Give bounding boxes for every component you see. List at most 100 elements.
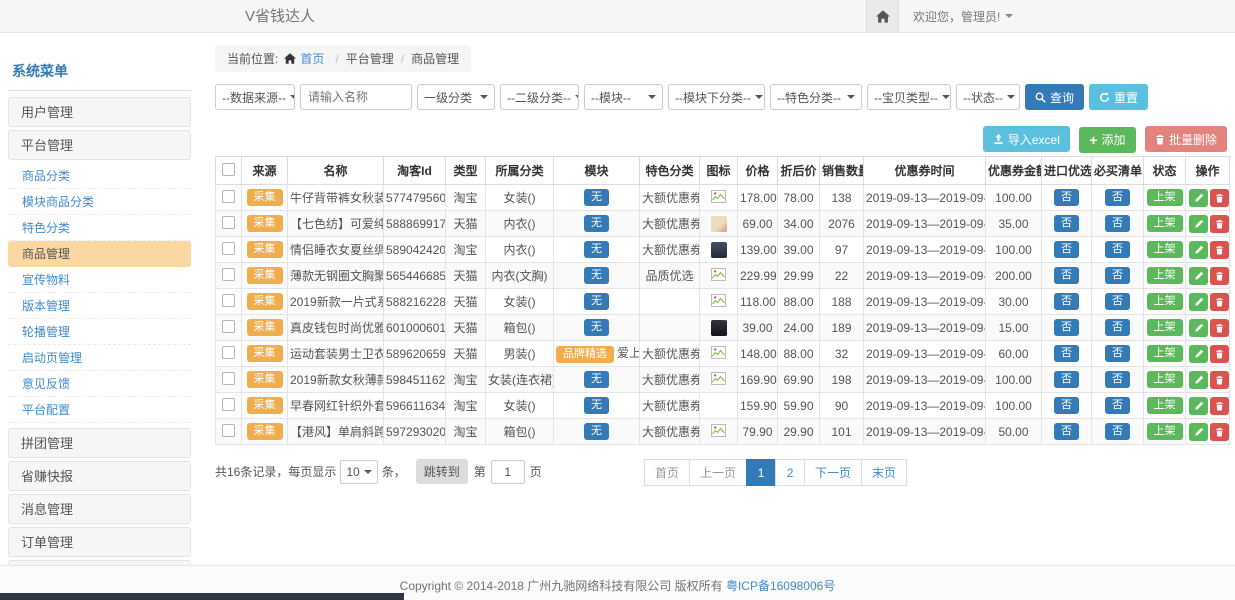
sidebar-item-1[interactable]: 平台管理 [8,130,191,160]
status-badge[interactable]: 上架 [1147,423,1183,440]
item-type-filter[interactable]: --宝贝类型-- [867,84,951,110]
row-checkbox[interactable] [222,294,235,307]
module-filter[interactable]: --模块-- [584,84,663,110]
sidebar-subitem-7[interactable]: 启动页管理 [8,345,191,371]
status-badge[interactable]: 上架 [1147,371,1183,388]
sidebar-item-0[interactable]: 用户管理 [8,97,191,127]
must-buy-badge[interactable]: 否 [1105,267,1130,284]
row-checkbox[interactable] [222,242,235,255]
sidebar-subitem-3[interactable]: 商品管理 [8,241,191,267]
page-button-5[interactable]: 末页 [861,459,907,486]
module-subcategory-filter[interactable]: --模块下分类-- [668,84,765,110]
must-buy-badge[interactable]: 否 [1105,319,1130,336]
edit-button[interactable] [1189,397,1208,415]
sidebar-item-2[interactable]: 拼团管理 [8,428,191,458]
jump-button[interactable]: 跳转到 [416,459,468,484]
icp-link[interactable]: 粤ICP备16098006号 [726,579,835,593]
delete-button[interactable] [1210,319,1229,337]
sidebar-subitem-6[interactable]: 轮播管理 [8,319,191,345]
sidebar-item-4[interactable]: 消息管理 [8,494,191,524]
row-checkbox[interactable] [222,190,235,203]
edit-button[interactable] [1189,189,1208,207]
row-checkbox[interactable] [222,346,235,359]
edit-button[interactable] [1189,241,1208,259]
delete-button[interactable] [1210,371,1229,389]
status-badge[interactable]: 上架 [1147,189,1183,206]
status-badge[interactable]: 上架 [1147,241,1183,258]
must-buy-badge[interactable]: 否 [1105,423,1130,440]
import-optimal-badge[interactable]: 否 [1054,371,1079,388]
query-button[interactable]: 查询 [1025,84,1084,110]
row-checkbox[interactable] [222,424,235,437]
page-number-input[interactable] [491,460,525,484]
must-buy-badge[interactable]: 否 [1105,189,1130,206]
status-badge[interactable]: 上架 [1147,319,1183,336]
row-checkbox[interactable] [222,216,235,229]
delete-button[interactable] [1210,215,1229,233]
import-optimal-badge[interactable]: 否 [1054,241,1079,258]
must-buy-badge[interactable]: 否 [1105,293,1130,310]
name-search-input[interactable] [300,84,412,110]
import-optimal-badge[interactable]: 否 [1054,423,1079,440]
row-checkbox[interactable] [222,320,235,333]
level2-category-filter[interactable]: --二级分类-- [500,84,579,110]
sidebar-subitem-1[interactable]: 模块商品分类 [8,189,191,215]
batch-delete-button[interactable]: 批量删除 [1145,126,1227,152]
must-buy-badge[interactable]: 否 [1105,215,1130,232]
breadcrumb-home-link[interactable]: 首页 [300,50,324,67]
status-filter[interactable]: --状态-- [956,84,1020,110]
edit-button[interactable] [1189,319,1208,337]
status-badge[interactable]: 上架 [1147,267,1183,284]
import-excel-button[interactable]: 导入excel [983,126,1070,152]
delete-button[interactable] [1210,241,1229,259]
sidebar-subitem-4[interactable]: 宣传物料 [8,267,191,293]
import-optimal-badge[interactable]: 否 [1054,397,1079,414]
add-button[interactable]: + 添加 [1079,127,1135,153]
source-filter[interactable]: --数据来源-- [215,84,295,110]
sidebar-subitem-0[interactable]: 商品分类 [8,163,191,189]
edit-button[interactable] [1189,215,1208,233]
level1-category-filter[interactable]: 一级分类 [417,84,495,110]
delete-button[interactable] [1210,189,1229,207]
row-checkbox[interactable] [222,372,235,385]
page-button-0[interactable]: 首页 [644,459,690,486]
delete-button[interactable] [1210,397,1229,415]
sidebar-subitem-9[interactable]: 平台配置 [8,397,191,423]
page-button-2[interactable]: 1 [746,459,776,486]
edit-button[interactable] [1189,345,1208,363]
page-button-1[interactable]: 上一页 [689,459,747,486]
status-badge[interactable]: 上架 [1147,215,1183,232]
import-optimal-badge[interactable]: 否 [1054,345,1079,362]
import-optimal-badge[interactable]: 否 [1054,293,1079,310]
must-buy-badge[interactable]: 否 [1105,345,1130,362]
edit-button[interactable] [1189,423,1208,441]
page-button-4[interactable]: 下一页 [804,459,862,486]
feature-category-filter[interactable]: --特色分类-- [770,84,862,110]
status-badge[interactable]: 上架 [1147,345,1183,362]
must-buy-badge[interactable]: 否 [1105,371,1130,388]
page-button-3[interactable]: 2 [775,459,805,486]
must-buy-badge[interactable]: 否 [1105,241,1130,258]
home-button[interactable] [866,0,899,32]
import-optimal-badge[interactable]: 否 [1054,215,1079,232]
edit-button[interactable] [1189,293,1208,311]
delete-button[interactable] [1210,293,1229,311]
import-optimal-badge[interactable]: 否 [1054,189,1079,206]
delete-button[interactable] [1210,267,1229,285]
select-all-checkbox[interactable] [222,163,235,176]
edit-button[interactable] [1189,267,1208,285]
must-buy-badge[interactable]: 否 [1105,397,1130,414]
row-checkbox[interactable] [222,268,235,281]
status-badge[interactable]: 上架 [1147,293,1183,310]
sidebar-subitem-2[interactable]: 特色分类 [8,215,191,241]
status-badge[interactable]: 上架 [1147,397,1183,414]
reset-button[interactable]: 重置 [1089,84,1148,110]
import-optimal-badge[interactable]: 否 [1054,319,1079,336]
per-page-select[interactable]: 10 [340,460,377,484]
sidebar-subitem-5[interactable]: 版本管理 [8,293,191,319]
row-checkbox[interactable] [222,398,235,411]
delete-button[interactable] [1210,423,1229,441]
user-menu[interactable]: 欢迎您，管理员! [913,8,1013,25]
sidebar-item-3[interactable]: 省赚快报 [8,461,191,491]
sidebar-item-5[interactable]: 订单管理 [8,527,191,557]
